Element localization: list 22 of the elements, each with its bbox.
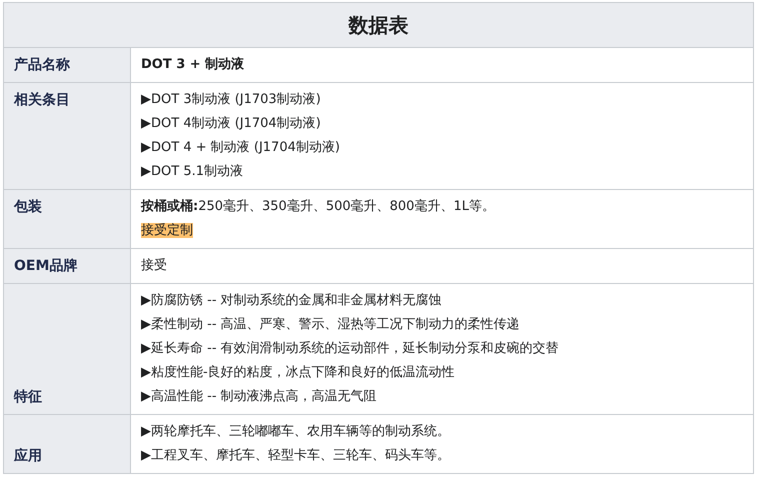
row-label: 应用 <box>4 414 130 474</box>
row-label: OEM品牌 <box>4 248 130 284</box>
row-label: 产品名称 <box>4 48 130 82</box>
cell-text: ▶DOT 4制动液 (J1704制动液) <box>141 116 321 131</box>
cell-text: 按桶或桶:250毫升、350毫升、500毫升、800毫升、1L等。 <box>141 199 495 214</box>
table-title: 数据表 <box>4 2 754 48</box>
cell-text: ▶防腐防锈 -- 对制动系统的金属和非金属材料无腐蚀 <box>141 293 442 308</box>
row-label: 包装 <box>4 190 130 248</box>
cell-text: ▶高温性能 -- 制动液沸点高，高温无气阻 <box>141 389 377 404</box>
cell-text: ▶两轮摩托车、三轮嘟嘟车、农用车辆等的制动系统。 <box>141 424 450 439</box>
row-label: 特征 <box>4 284 130 414</box>
cell-text: DOT 3 + 制动液 <box>141 57 244 72</box>
row-label: 相关条目 <box>4 82 130 190</box>
cell-text: 接受 <box>141 258 167 273</box>
cell-text: ▶DOT 5.1制动液 <box>141 164 243 179</box>
cell-text: ▶延长寿命 -- 有效润滑制动系统的运动部件，延长制动分泵和皮碗的交替 <box>141 341 559 356</box>
highlighted-text: 接受定制 <box>141 223 193 238</box>
cell-text: ▶工程叉车、摩托车、轻型卡车、三轮车、码头车等。 <box>141 448 450 463</box>
cell-text: ▶DOT 3制动液 (J1703制动液) <box>141 92 321 107</box>
cell-text: ▶粘度性能-良好的粘度，冰点下降和良好的低温流动性 <box>141 365 455 380</box>
cell-text: ▶DOT 4 + 制动液 (J1704制动液) <box>141 140 340 155</box>
cell-text: ▶柔性制动 -- 高温、严寒、警示、湿热等工况下制动力的柔性传递 <box>141 317 520 332</box>
